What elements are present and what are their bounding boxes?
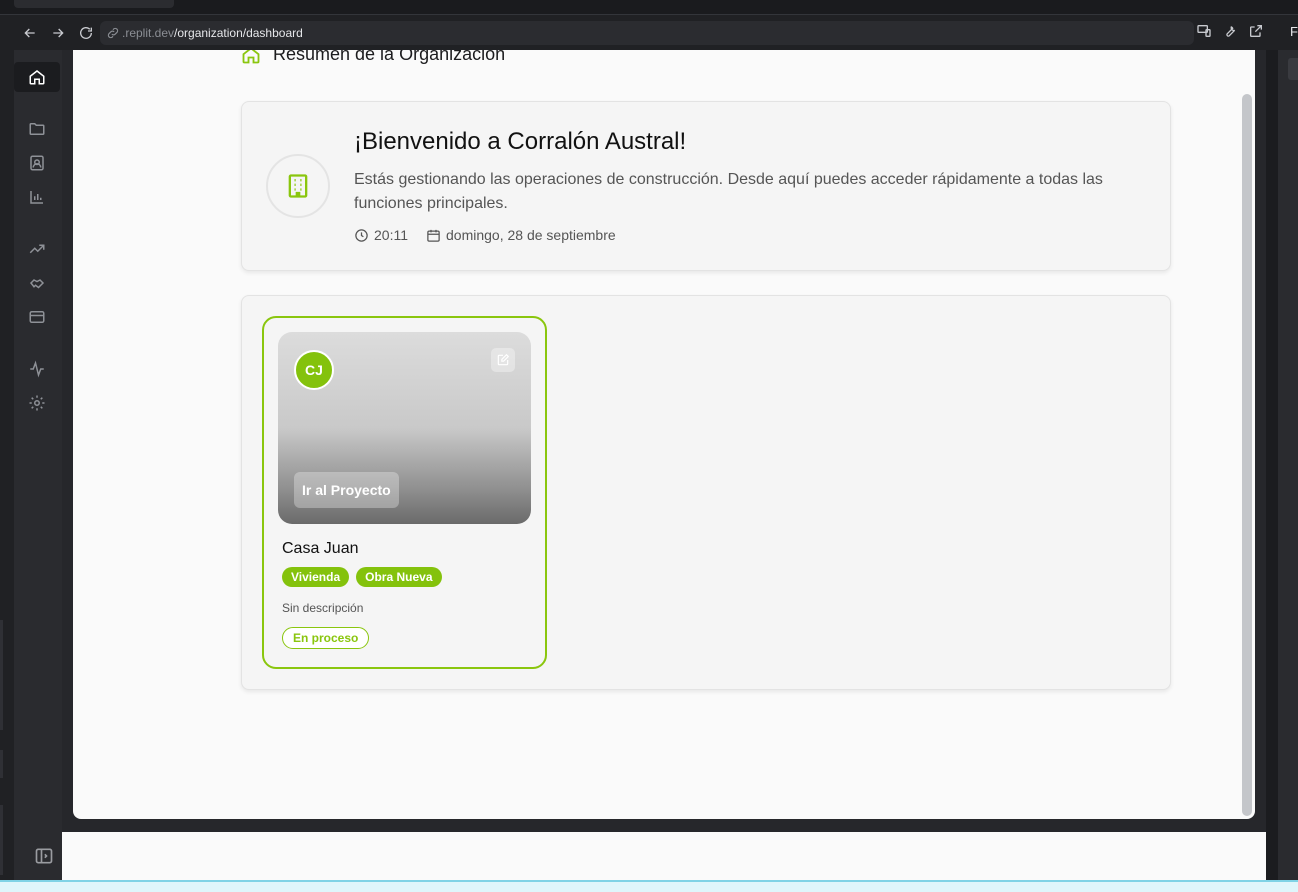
edit-icon[interactable]	[491, 348, 515, 372]
credit-card-icon[interactable]	[26, 306, 48, 328]
right-gutter	[1266, 50, 1278, 880]
url-path: /organization/dashboard	[174, 26, 303, 40]
address-bar[interactable]: .replit.dev/organization/dashboard	[100, 21, 1194, 45]
status-badge: En proceso	[282, 627, 370, 649]
outer-left-edge	[0, 50, 14, 892]
bottom-highlight	[0, 880, 1298, 892]
welcome-title: ¡Bienvenido a Corralón Austral!	[354, 128, 687, 155]
sidebar-rail	[14, 50, 62, 880]
current-date: domingo, 28 de septiembre	[446, 227, 616, 243]
link-icon	[106, 26, 120, 40]
project-avatar: CJ	[294, 350, 334, 390]
page-title: Resumen de la Organización	[241, 50, 505, 65]
reload-icon[interactable]	[76, 23, 96, 43]
calendar-icon	[426, 228, 441, 243]
welcome-meta: 20:11 domingo, 28 de septiembre	[354, 227, 616, 243]
scrollbar[interactable]	[1242, 94, 1252, 816]
browser-tab[interactable]	[14, 0, 174, 8]
handshake-icon[interactable]	[26, 272, 48, 294]
tab-strip	[0, 0, 1298, 14]
wrench-icon[interactable]	[1222, 23, 1238, 39]
contact-icon[interactable]	[26, 152, 48, 174]
clock-icon	[354, 228, 369, 243]
building-icon	[266, 154, 330, 218]
current-time: 20:11	[374, 227, 408, 243]
bar-chart-icon[interactable]	[26, 186, 48, 208]
project-thumbnail: CJ Ir al Proyecto	[278, 332, 531, 524]
project-name: Casa Juan	[282, 540, 359, 557]
welcome-card: ¡Bienvenido a Corralón Austral! Estás ge…	[241, 101, 1171, 271]
trending-up-icon[interactable]	[26, 238, 48, 260]
sidebar-item-home[interactable]	[14, 62, 60, 92]
project-card[interactable]: CJ Ir al Proyecto Casa Juan Vivienda Obr…	[262, 316, 547, 669]
settings-icon[interactable]	[26, 392, 48, 414]
edge-text: F	[1290, 24, 1298, 39]
project-description: Sin descripción	[282, 601, 364, 615]
home-icon	[241, 50, 261, 65]
forward-icon[interactable]	[48, 23, 68, 43]
sidebar-toggle-icon[interactable]	[34, 846, 54, 866]
main-content: Resumen de la Organización ¡Bienvenido a…	[73, 50, 1255, 819]
activity-icon[interactable]	[26, 358, 48, 380]
tag-vivienda: Vivienda	[282, 567, 350, 587]
go-to-project-button[interactable]: Ir al Proyecto	[294, 472, 399, 508]
project-tags: Vivienda Obra Nueva	[282, 567, 442, 587]
tag-obra-nueva: Obra Nueva	[356, 567, 442, 587]
url-host: .replit.dev	[122, 26, 175, 40]
welcome-description: Estás gestionando las operaciones de con…	[354, 171, 1103, 212]
page-title-text: Resumen de la Organización	[273, 50, 506, 64]
browser-toolbar: .replit.dev/organization/dashboard	[0, 14, 1298, 50]
folder-icon[interactable]	[26, 118, 48, 140]
external-link-icon[interactable]	[1248, 23, 1264, 39]
projects-panel: CJ Ir al Proyecto Casa Juan Vivienda Obr…	[241, 295, 1171, 690]
page-bottom	[62, 832, 1266, 880]
right-panel-edge	[1278, 50, 1298, 880]
back-icon[interactable]	[20, 23, 40, 43]
devices-icon[interactable]	[1196, 23, 1212, 39]
